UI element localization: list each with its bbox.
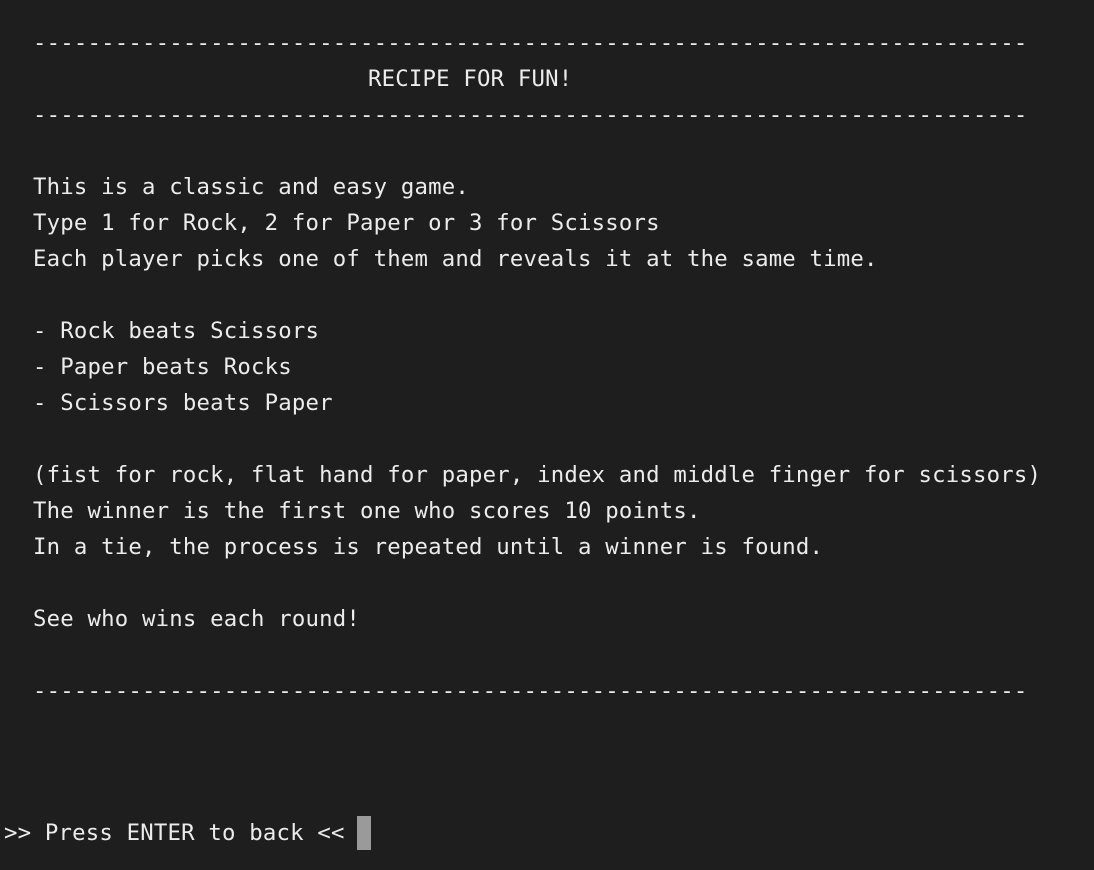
rule-item: - Scissors beats Paper	[33, 390, 333, 416]
title-rule: ----------------------------------------…	[33, 102, 1028, 128]
intro-line: This is a classic and easy game.	[33, 174, 469, 200]
intro-line: Type 1 for Rock, 2 for Paper or 3 for Sc…	[33, 210, 660, 236]
detail-line: (fist for rock, flat hand for paper, ind…	[33, 462, 1042, 488]
closing-line: See who wins each round!	[33, 606, 360, 632]
prompt-label: >> Press ENTER to back <<	[4, 820, 345, 846]
top-rule: ----------------------------------------…	[33, 30, 1028, 56]
enter-prompt[interactable]: >> Press ENTER to back <<	[4, 815, 371, 851]
rule-item: - Paper beats Rocks	[33, 354, 292, 380]
rule-item: - Rock beats Scissors	[33, 318, 320, 344]
text-cursor	[356, 816, 371, 850]
bottom-rule: ----------------------------------------…	[33, 678, 1028, 704]
detail-line: In a tie, the process is repeated until …	[33, 534, 824, 560]
page-title: RECIPE FOR FUN!	[368, 66, 573, 92]
intro-line: Each player picks one of them and reveal…	[33, 246, 878, 272]
detail-line: The winner is the first one who scores 1…	[33, 498, 701, 524]
